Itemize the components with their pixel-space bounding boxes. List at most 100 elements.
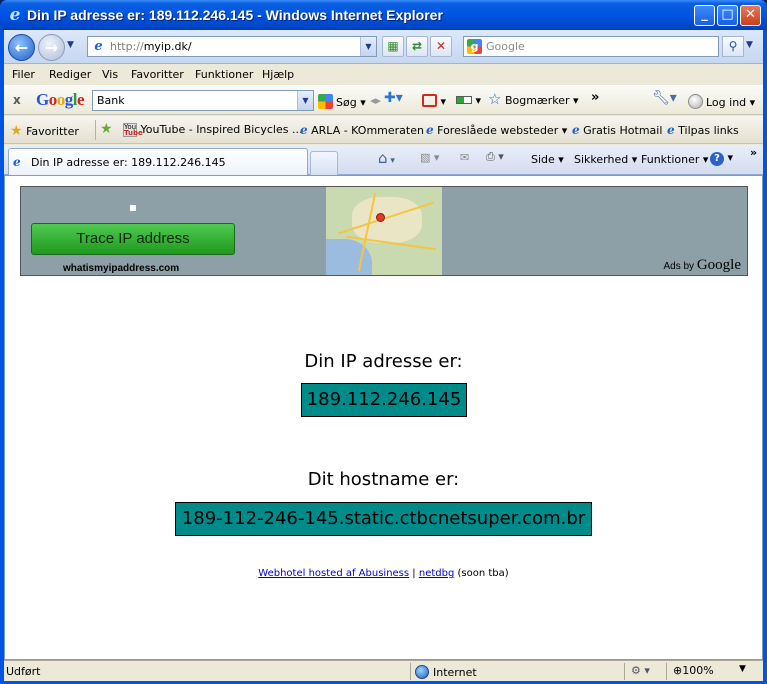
tab-active[interactable]: e Din IP adresse er: 189.112.246.145 bbox=[8, 148, 308, 175]
close-button[interactable]: ✕ bbox=[740, 5, 761, 26]
ie-logo-icon: e bbox=[9, 5, 21, 25]
page-content[interactable]: Trace IP address whatismyipaddress.com A… bbox=[4, 175, 763, 660]
fav-link-youtube[interactable]: You Tube YouTube - Inspired Bicycles ... bbox=[123, 123, 302, 137]
stop-button[interactable]: ✕ bbox=[430, 36, 452, 57]
forward-button[interactable]: → bbox=[38, 34, 65, 61]
status-bar: Udført Internet ⚙︎ ▾ ⊕100% ▼ bbox=[4, 660, 763, 681]
status-text: Udført bbox=[6, 665, 41, 678]
window-title: Din IP adresse er: 189.112.246.145 - Win… bbox=[27, 7, 443, 23]
google-search-provider-icon: g bbox=[467, 39, 482, 54]
browser-window: e Din IP adresse er: 189.112.246.145 - W… bbox=[0, 0, 767, 684]
tools-menu-button[interactable]: Funktioner ▾ bbox=[641, 153, 708, 166]
google-search-button[interactable]: Søg ▾ bbox=[318, 94, 366, 109]
add-button-icon[interactable]: ✚▾ bbox=[384, 90, 403, 106]
ie-page-icon: e bbox=[13, 155, 21, 169]
tab-row: e Din IP adresse er: 189.112.246.145 ⌂ ▾… bbox=[4, 145, 763, 175]
zoom-cell[interactable]: ⊕100% ▼ bbox=[666, 663, 763, 680]
url-dropdown-icon[interactable]: ▼ bbox=[360, 37, 376, 56]
footer-note: (soon tba) bbox=[457, 568, 509, 579]
zone-cell: Internet bbox=[410, 663, 624, 680]
url-protocol: http:// bbox=[110, 40, 144, 53]
google-search-icon bbox=[318, 94, 333, 109]
bookmarks-button[interactable]: ☆ Bogmærker ▾ bbox=[488, 90, 579, 108]
menu-view[interactable]: Vis bbox=[102, 68, 118, 81]
google-logo[interactable]: Google bbox=[36, 90, 85, 110]
maximize-button[interactable]: □ bbox=[717, 5, 738, 26]
forward-arrow-icon: → bbox=[44, 38, 59, 57]
search-options-dropdown-icon[interactable]: ▼ bbox=[746, 40, 753, 50]
print-button[interactable]: ⎙ ▾ bbox=[486, 150, 504, 164]
menu-tools[interactable]: Funktioner bbox=[195, 68, 253, 81]
new-tab-button[interactable] bbox=[310, 151, 338, 175]
popup-blocker-icon bbox=[422, 94, 437, 107]
safety-menu-button[interactable]: Sikkerhed ▾ bbox=[574, 153, 637, 166]
favorites-star-icon: ★ bbox=[10, 123, 23, 139]
ads-by-google[interactable]: Ads by Google bbox=[663, 257, 741, 274]
protected-mode-cell[interactable]: ⚙︎ ▾ bbox=[624, 663, 666, 680]
home-button[interactable]: ⌂ ▾ bbox=[378, 149, 395, 167]
protected-mode-icon: ⚙︎ ▾ bbox=[631, 664, 650, 677]
webhotel-link[interactable]: Webhotel hosted af Abusiness bbox=[258, 568, 409, 579]
back-arrow-icon: ← bbox=[14, 38, 29, 57]
zone-indicator[interactable]: Internet bbox=[415, 665, 477, 679]
google-toolbar-dropdown-icon[interactable]: ▼ bbox=[297, 91, 313, 110]
menu-edit[interactable]: Rediger bbox=[49, 68, 91, 81]
google-toolbar-search-value: Bank bbox=[97, 94, 125, 107]
ie-page-icon: e bbox=[300, 123, 308, 137]
pagerank-icon bbox=[456, 96, 472, 104]
url-field[interactable]: e http://myip.dk/ ▼ bbox=[87, 36, 377, 57]
magnifier-icon: ⚲ bbox=[728, 39, 738, 53]
title-bar[interactable]: e Din IP adresse er: 189.112.246.145 - W… bbox=[0, 0, 767, 30]
trace-ip-button[interactable]: Trace IP address bbox=[31, 223, 235, 255]
search-button[interactable]: ⚲ bbox=[722, 36, 744, 57]
ad-banner[interactable]: Trace IP address whatismyipaddress.com A… bbox=[20, 186, 748, 276]
ip-value: 189.112.246.145 bbox=[301, 383, 467, 417]
signin-button[interactable]: Log ind ▾ bbox=[688, 94, 755, 109]
read-mail-icon[interactable]: ✉ bbox=[460, 151, 469, 164]
pagerank-button[interactable]: ▾ bbox=[456, 94, 481, 107]
ie-page-icon: e bbox=[572, 123, 580, 137]
refresh-button[interactable]: ⇄ bbox=[406, 36, 428, 57]
page-menu-button[interactable]: Side ▾ bbox=[531, 153, 564, 166]
address-toolbar: ← → ▼ e http://myip.dk/ ▼ ▦ ⇄ ✕ g Google… bbox=[4, 30, 763, 64]
favorites-separator bbox=[95, 120, 96, 140]
bookmark-star-icon: ☆ bbox=[488, 90, 502, 108]
youtube-icon: You Tube bbox=[123, 123, 143, 137]
wrench-icon[interactable]: 🔧︎▾ bbox=[652, 90, 677, 106]
fav-link-customize[interactable]: e Tilpas links bbox=[667, 123, 739, 137]
rss-feed-icon: ▧ bbox=[420, 151, 431, 164]
feeds-button[interactable]: ▧ ▾ bbox=[420, 151, 439, 164]
minimize-button[interactable]: _ bbox=[694, 5, 715, 26]
ad-site-url[interactable]: whatismyipaddress.com bbox=[63, 263, 179, 274]
tab-label: Din IP adresse er: 189.112.246.145 bbox=[31, 156, 226, 169]
compatibility-view-button[interactable]: ▦ bbox=[382, 36, 404, 57]
menu-file[interactable]: Filer bbox=[12, 68, 35, 81]
help-menu-button[interactable]: ? ▾ bbox=[710, 151, 733, 166]
footer-separator: | bbox=[412, 568, 416, 579]
fav-link-hotmail[interactable]: e Gratis Hotmail bbox=[572, 123, 662, 137]
google-toolbar-search-input[interactable]: Bank ▼ bbox=[92, 90, 314, 111]
map-pin-icon bbox=[376, 213, 385, 222]
zoom-level[interactable]: ⊕100% bbox=[673, 664, 714, 677]
fav-link-arla[interactable]: e ARLA - KOmmeraten bbox=[300, 123, 424, 137]
add-favorite-icon[interactable]: ★ bbox=[100, 121, 113, 137]
commandbar-more-chevron[interactable]: » bbox=[750, 146, 757, 159]
back-button[interactable]: ← bbox=[8, 34, 35, 61]
ad-map-image[interactable] bbox=[326, 187, 442, 275]
search-input[interactable]: g Google bbox=[463, 36, 719, 57]
menu-favorites[interactable]: Favoritter bbox=[131, 68, 184, 81]
netdbg-link[interactable]: netdbg bbox=[419, 568, 454, 579]
toolbar-separator-icon: ◂▸ bbox=[370, 94, 382, 107]
hostname-label: Dit hostname er: bbox=[307, 469, 460, 490]
popup-blocker-button[interactable]: ▾ bbox=[422, 94, 446, 108]
history-dropdown-icon[interactable]: ▼ bbox=[67, 40, 74, 50]
fav-link-suggested-sites[interactable]: e Foreslåede websteder ▾ bbox=[426, 123, 567, 137]
zoom-magnifier-icon: ⊕ bbox=[673, 664, 683, 677]
menu-help[interactable]: Hjælp bbox=[262, 68, 294, 81]
favorites-button[interactable]: ★ Favoritter bbox=[10, 123, 79, 139]
zoom-dropdown-icon[interactable]: ▼ bbox=[739, 664, 746, 674]
toolbar-more-chevron[interactable]: » bbox=[591, 90, 599, 105]
google-toolbar-close-button[interactable]: x bbox=[13, 93, 21, 107]
hostname-value: 189-112-246-145.static.ctbcnetsuper.com.… bbox=[175, 502, 592, 536]
search-placeholder: Google bbox=[486, 40, 525, 53]
